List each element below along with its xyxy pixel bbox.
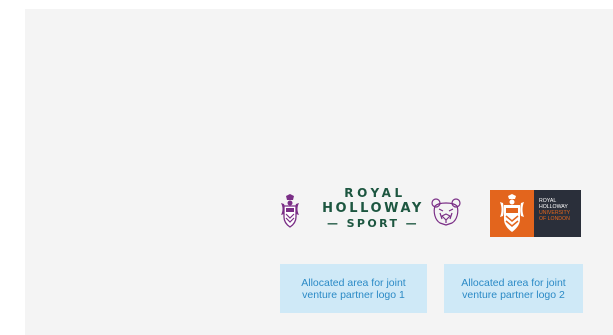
partner-logo-placeholder-2: Allocated area for joint venture partner… (444, 264, 583, 313)
placeholder-2-line-1: Allocated area for joint (461, 276, 566, 289)
partner-logo-placeholder-1: Allocated area for joint venture partner… (280, 264, 427, 313)
wordmark-line-3: — SPORT — (326, 217, 420, 230)
university-wordmark-line-4: OF LONDON (539, 216, 570, 222)
placeholder-1-line-2: venture partner logo 1 (302, 288, 405, 301)
bear-icon (431, 198, 461, 226)
crest-icon (500, 194, 524, 232)
logo-orange-block (490, 190, 534, 237)
crest-icon (281, 194, 299, 228)
sport-wordmark: ROYAL HOLLOWAY — SPORT — (307, 186, 439, 231)
royal-holloway-sport-logo: ROYAL HOLLOWAY — SPORT — (280, 186, 464, 242)
wordmark-line-2: HOLLOWAY (322, 201, 424, 216)
logo-dark-block: ROYAL HOLLOWAY UNIVERSITY OF LONDON (534, 190, 581, 237)
placeholder-1-line-1: Allocated area for joint (301, 276, 406, 289)
royal-holloway-university-logo: ROYAL HOLLOWAY UNIVERSITY OF LONDON (490, 190, 581, 237)
wordmark-line-1: ROYAL (344, 186, 406, 200)
placeholder-2-line-2: venture partner logo 2 (462, 288, 565, 301)
